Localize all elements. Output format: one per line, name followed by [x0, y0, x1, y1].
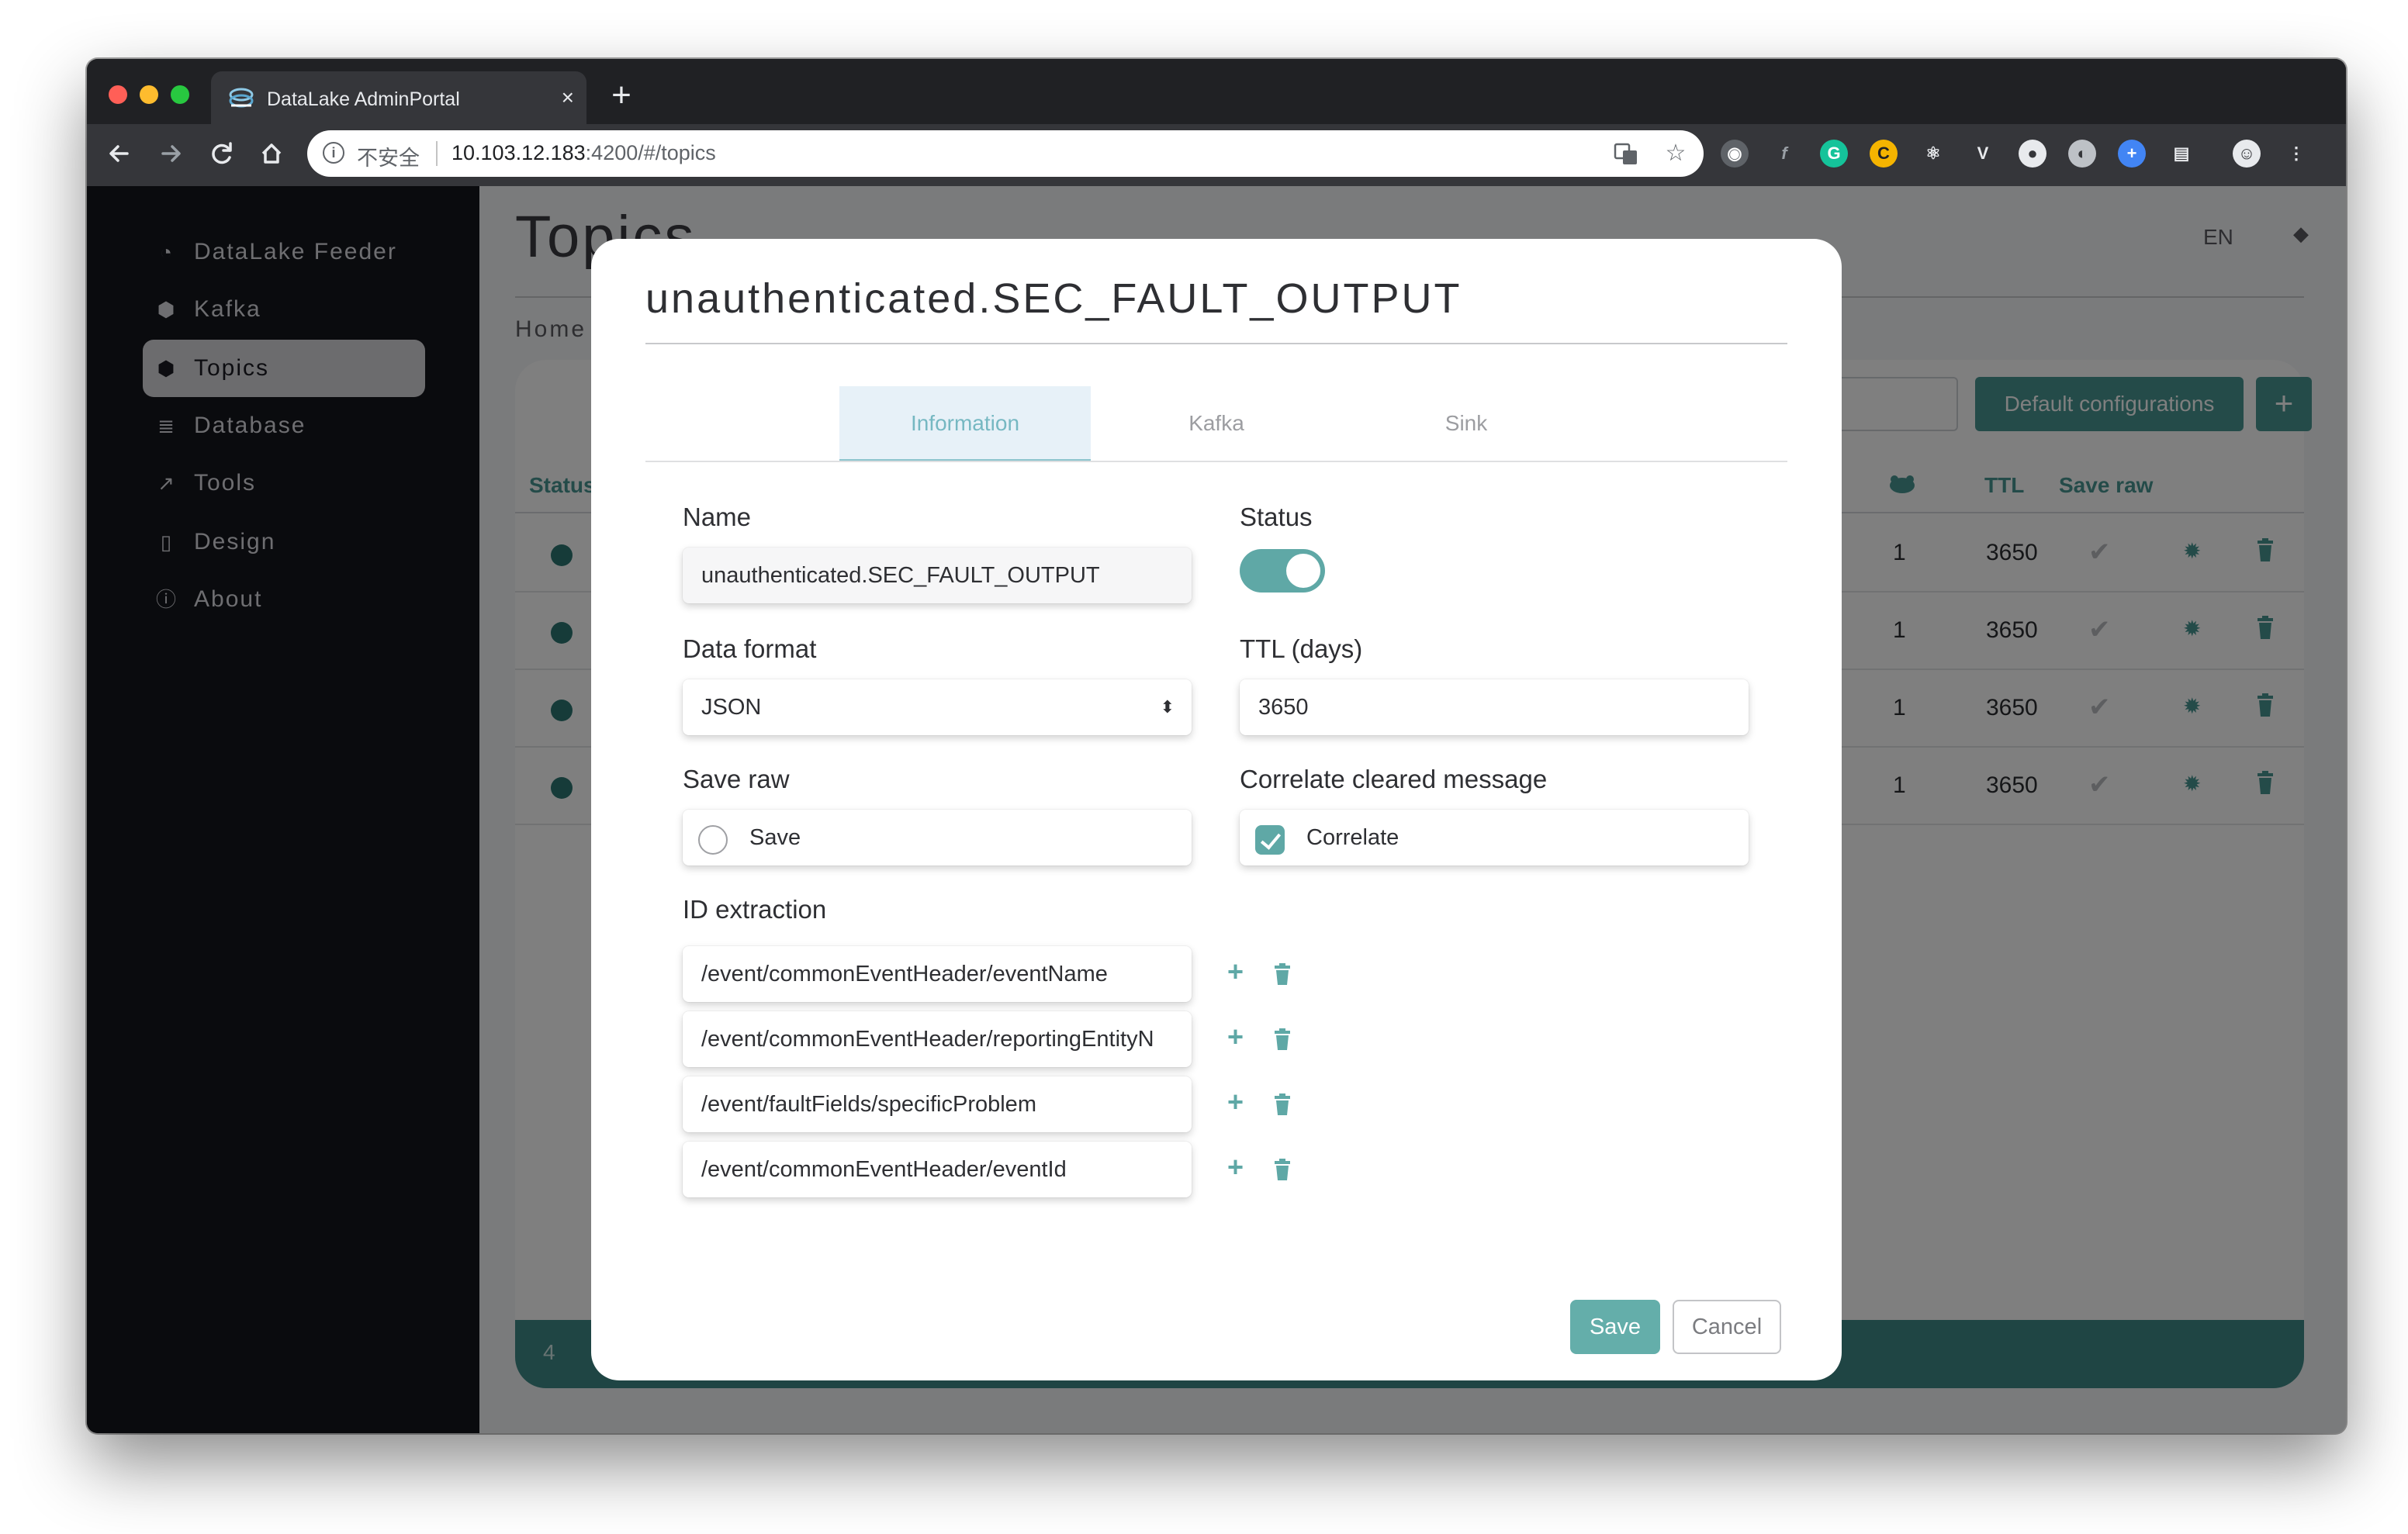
printer-extension-icon[interactable]: ▤: [2168, 140, 2195, 168]
browser-tab-bar: DataLake AdminPortal × +: [87, 59, 2346, 124]
address-bar[interactable]: i 不安全 10.103.12.183:4200/#/topics ☆: [307, 130, 1704, 177]
id-extraction-label: ID extraction: [683, 895, 827, 924]
id-extraction-input[interactable]: /event/commonEventHeader/eventId: [683, 1142, 1192, 1197]
address-url[interactable]: 10.103.12.183:4200/#/topics: [452, 141, 716, 165]
topic-edit-modal: unauthenticated.SEC_FAULT_OUTPUT Informa…: [591, 239, 1842, 1380]
window-minimize-button[interactable]: [140, 85, 158, 104]
status-toggle[interactable]: [1240, 549, 1325, 593]
data-format-label: Data format: [683, 634, 817, 663]
id-extraction-input[interactable]: /event/faultFields/specificProblem: [683, 1076, 1192, 1132]
name-field[interactable]: unauthenticated.SEC_FAULT_OUTPUT: [683, 548, 1192, 603]
url-host: 10.103.12.183: [452, 141, 586, 164]
home-icon[interactable]: [253, 135, 290, 172]
cancel-button[interactable]: Cancel: [1673, 1300, 1781, 1354]
address-separator: [436, 141, 438, 166]
window-close-button[interactable]: [109, 85, 127, 104]
plus-extension-icon[interactable]: +: [2118, 140, 2146, 168]
trash-icon[interactable]: [1274, 1159, 1291, 1180]
correlate-checkbox-label: Correlate: [1306, 825, 1399, 850]
correlate-checkbox-box[interactable]: Correlate: [1240, 810, 1749, 865]
data-format-select[interactable]: JSON ⬍: [683, 679, 1192, 735]
ttl-label: TTL (days): [1240, 634, 1363, 663]
coin-extension-icon[interactable]: C: [1870, 140, 1898, 168]
back-icon[interactable]: [101, 135, 138, 172]
camera-extension-icon[interactable]: ◉: [1721, 140, 1749, 168]
save-button[interactable]: Save: [1570, 1300, 1660, 1354]
tabs-divider: [645, 461, 1787, 462]
grammarly-extension-icon[interactable]: G: [1820, 140, 1848, 168]
browser-toolbar: i 不安全 10.103.12.183:4200/#/topics ☆ ◉ f …: [87, 124, 2346, 186]
modal-title-divider: [645, 343, 1787, 344]
browser-tab-title: DataLake AdminPortal: [267, 88, 460, 110]
add-id-extraction-icon[interactable]: +: [1227, 1151, 1244, 1183]
select-arrows-icon: ⬍: [1160, 697, 1175, 717]
save-checkbox[interactable]: [698, 825, 728, 855]
add-id-extraction-icon[interactable]: +: [1227, 1021, 1244, 1053]
correlate-checkbox[interactable]: [1255, 825, 1285, 855]
tab-information[interactable]: Information: [839, 386, 1091, 462]
tab-kafka[interactable]: Kafka: [1091, 386, 1342, 462]
insecure-label: 不安全: [357, 147, 420, 170]
bookmark-star-icon[interactable]: ☆: [1662, 140, 1690, 168]
data-format-value: JSON: [701, 695, 762, 720]
tab-close-icon[interactable]: ×: [562, 85, 574, 110]
react-extension-icon[interactable]: ⚛: [1919, 140, 1947, 168]
sync-extension-icon[interactable]: ◐: [2068, 140, 2096, 168]
reload-icon[interactable]: [203, 135, 240, 172]
id-extraction-input[interactable]: /event/commonEventHeader/reportingEntity…: [683, 1011, 1192, 1067]
browser-menu-icon[interactable]: ⋮: [2282, 140, 2310, 168]
tab-sink[interactable]: Sink: [1341, 386, 1592, 462]
browser-tab[interactable]: DataLake AdminPortal ×: [211, 71, 586, 124]
vue-extension-icon[interactable]: V: [1969, 140, 1997, 168]
new-tab-button[interactable]: +: [602, 78, 641, 116]
add-id-extraction-icon[interactable]: +: [1227, 1086, 1244, 1118]
record-extension-icon[interactable]: ●: [2019, 140, 2046, 168]
ttl-input[interactable]: 3650: [1240, 679, 1749, 735]
save-raw-checkbox-box[interactable]: Save: [683, 810, 1192, 865]
datalake-favicon-icon: [229, 88, 254, 108]
trash-icon[interactable]: [1274, 963, 1291, 985]
status-label: Status: [1240, 503, 1313, 531]
toggle-knob: [1286, 554, 1320, 588]
name-label: Name: [683, 503, 752, 531]
translate-icon[interactable]: [1612, 140, 1640, 168]
trash-icon[interactable]: [1274, 1093, 1291, 1115]
url-path: :4200/#/topics: [585, 141, 716, 164]
profile-avatar-icon[interactable]: ☺: [2233, 140, 2261, 168]
site-info-icon[interactable]: i: [323, 142, 344, 164]
modal-title: unauthenticated.SEC_FAULT_OUTPUT: [645, 275, 1462, 322]
id-extraction-input[interactable]: /event/commonEventHeader/eventName: [683, 946, 1192, 1002]
add-id-extraction-icon[interactable]: +: [1227, 955, 1244, 988]
trash-icon[interactable]: [1274, 1028, 1291, 1050]
save-raw-label: Save raw: [683, 765, 790, 793]
save-checkbox-label: Save: [749, 825, 801, 850]
font-extension-icon[interactable]: f: [1770, 140, 1798, 168]
window-zoom-button[interactable]: [171, 85, 189, 104]
correlate-label: Correlate cleared message: [1240, 765, 1548, 793]
forward-icon[interactable]: [152, 135, 189, 172]
